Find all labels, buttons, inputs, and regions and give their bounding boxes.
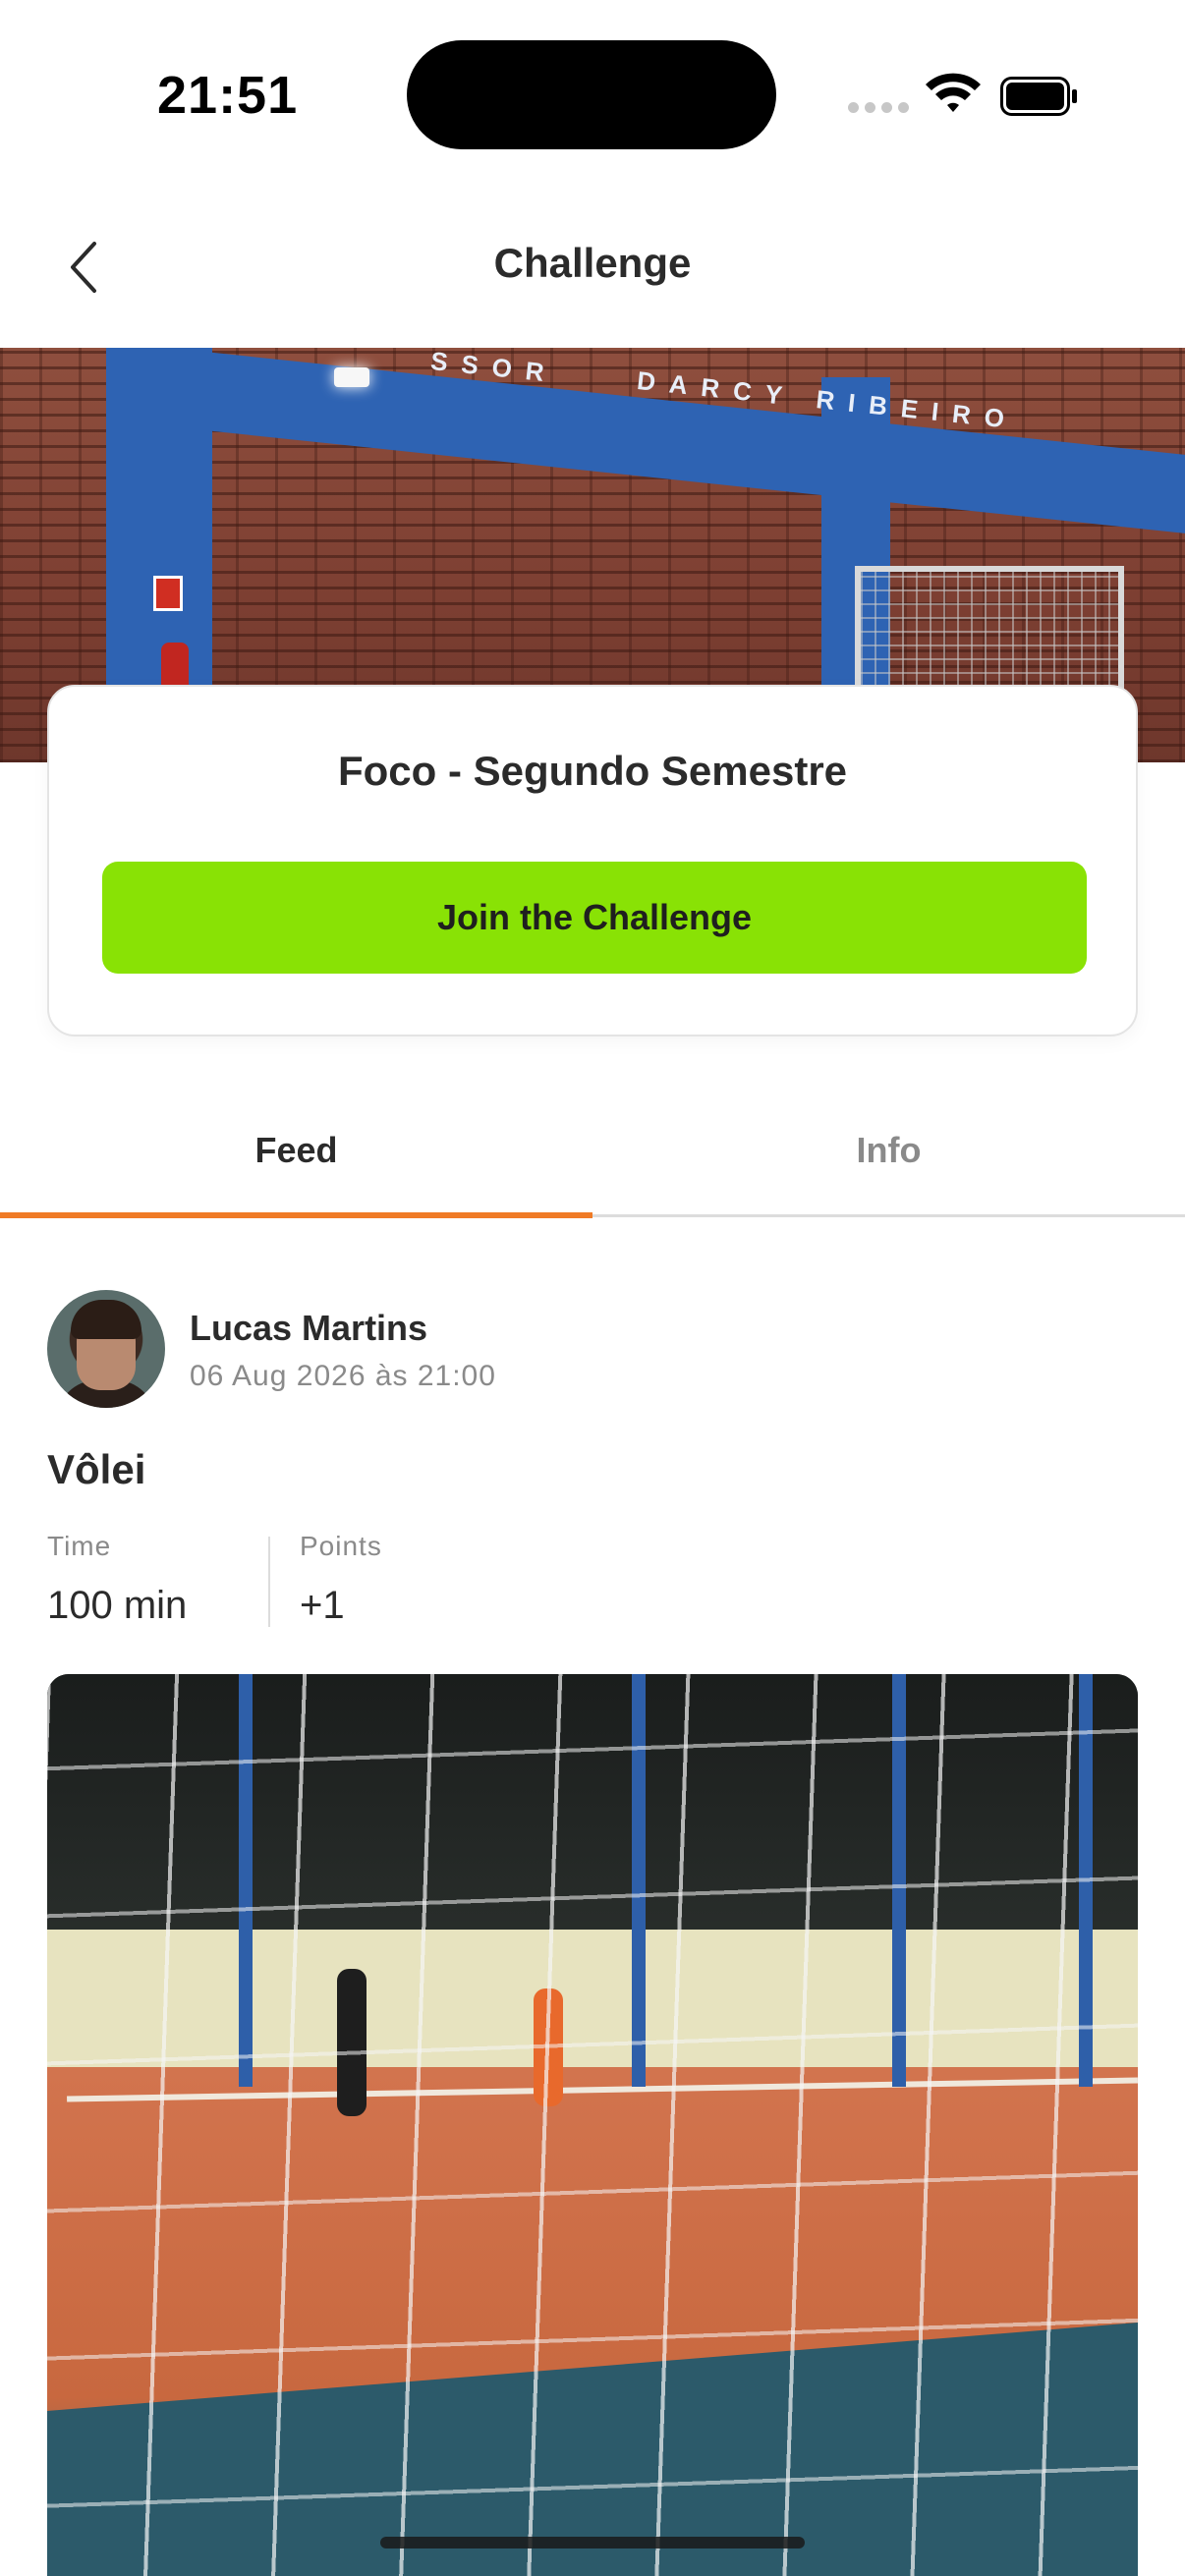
stat-time-label: Time <box>47 1531 112 1561</box>
signal-icon <box>848 102 909 113</box>
post-user-name[interactable]: Lucas Martins <box>190 1308 427 1349</box>
nav-bar: Challenge <box>0 187 1185 348</box>
challenge-card: Foco - Segundo Semestre Join the Challen… <box>47 685 1138 1036</box>
post-date: 06 Aug 2026 às 21:00 <box>190 1360 496 1392</box>
join-challenge-button[interactable]: Join the Challenge <box>102 862 1087 974</box>
stat-points-label: Points <box>300 1531 382 1561</box>
post-activity-title: Vôlei <box>47 1446 146 1492</box>
status-bar: 21:51 <box>0 0 1185 187</box>
battery-icon <box>1000 77 1077 116</box>
post-photo[interactable] <box>47 1674 1138 2576</box>
stat-points-value: +1 <box>300 1584 345 1627</box>
stat-time-value: 100 min <box>47 1584 188 1627</box>
challenge-name: Foco - Segundo Semestre <box>337 748 848 794</box>
avatar[interactable] <box>47 1290 165 1408</box>
home-indicator <box>380 2537 805 2548</box>
status-time: 21:51 <box>157 66 299 125</box>
page-title: Challenge <box>493 240 692 286</box>
wifi-icon <box>926 73 981 112</box>
feed-post: Lucas Martins 06 Aug 2026 às 21:00 Vôlei… <box>0 1218 1185 2576</box>
tab-bar: Feed Info <box>0 1081 1185 1220</box>
stat-divider <box>268 1537 270 1627</box>
dynamic-island <box>407 40 776 149</box>
tab-info[interactable]: Info <box>592 1081 1185 1220</box>
tab-feed[interactable]: Feed <box>0 1081 592 1220</box>
